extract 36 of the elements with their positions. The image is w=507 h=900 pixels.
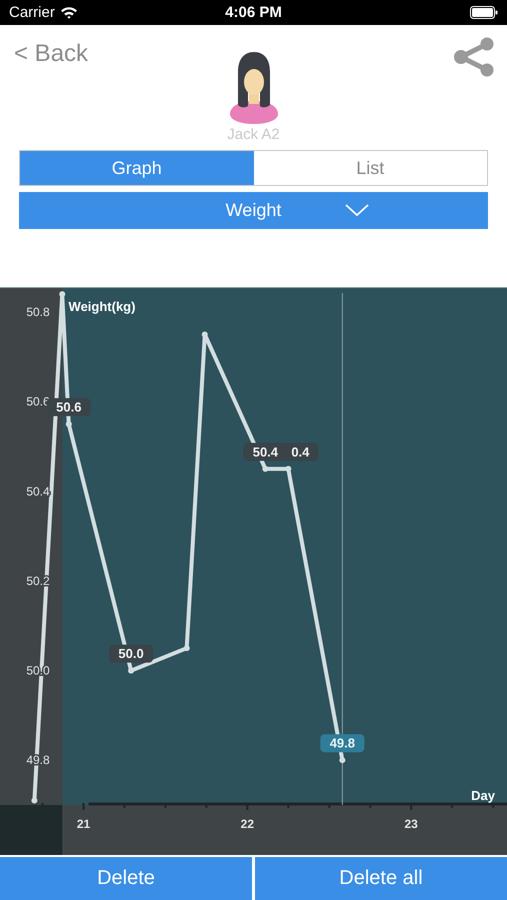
delete-button[interactable]: Delete: [0, 857, 252, 900]
x-tick-label: 22: [240, 817, 254, 831]
data-point[interactable]: [31, 798, 38, 804]
annotation: 50.0: [118, 646, 144, 662]
back-button[interactable]: < Back: [14, 40, 88, 68]
share-icon[interactable]: [453, 37, 495, 77]
clock-time: 4:06 PM: [225, 4, 282, 21]
y-tick-label: 50.4: [26, 484, 50, 498]
metric-dropdown[interactable]: Weight: [19, 192, 488, 229]
data-point[interactable]: [285, 466, 292, 472]
data-point[interactable]: [59, 291, 66, 298]
annotation: 0.4: [291, 444, 310, 460]
data-point[interactable]: [66, 421, 72, 428]
value-label: 49.8: [320, 734, 364, 752]
chevron-down-icon: [345, 204, 369, 217]
value-label: 0.4: [282, 442, 318, 461]
annotation: 49.8: [330, 736, 356, 751]
data-point[interactable]: [184, 645, 190, 652]
data-point[interactable]: [339, 757, 346, 764]
wifi-icon: [60, 6, 78, 19]
battery-icon: [470, 6, 498, 19]
x-tick-label: 23: [404, 817, 418, 831]
carrier-label: Carrier: [9, 4, 55, 21]
annotation: 50.4: [252, 444, 279, 460]
data-point[interactable]: [202, 332, 208, 338]
y-tick-label: 50.8: [26, 305, 50, 320]
annotation: 50.6: [56, 400, 82, 415]
value-label: 50.0: [109, 644, 154, 663]
x-axis-title: Day: [471, 788, 495, 803]
data-point[interactable]: [262, 466, 268, 472]
y-axis-title: Weight(kg): [68, 299, 136, 314]
view-tab[interactable]: Graph: [20, 151, 254, 185]
x-tick-label: 21: [76, 817, 90, 831]
data-point[interactable]: [128, 668, 134, 674]
delete-button[interactable]: Delete all: [255, 857, 507, 900]
value-label: 50.6: [46, 398, 91, 416]
